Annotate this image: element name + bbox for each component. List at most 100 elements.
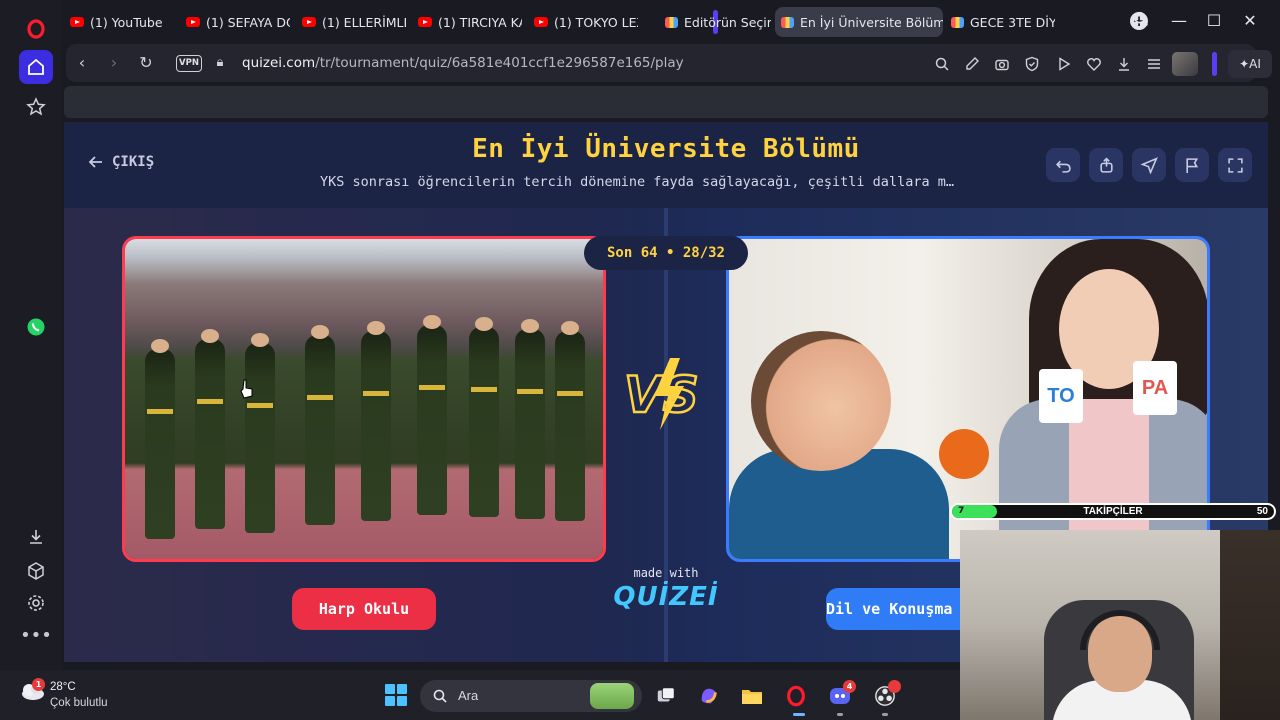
youtube-icon	[70, 17, 84, 27]
forward-icon[interactable]: ›	[106, 55, 122, 71]
soldier-figure	[555, 321, 585, 521]
child-head	[751, 331, 891, 471]
quizei-icon	[781, 16, 794, 28]
youtube-icon	[302, 17, 316, 27]
windows-start-icon[interactable]	[385, 684, 407, 706]
quizei-icon	[951, 16, 964, 28]
military-parade-image	[125, 239, 603, 559]
tab-youtube-4[interactable]: (1) TIRCIYA KASI	[412, 7, 522, 37]
soldier-figure	[469, 317, 499, 517]
star-icon[interactable]	[19, 90, 53, 124]
report-button[interactable]	[1175, 148, 1209, 182]
undo-icon	[1055, 160, 1071, 173]
fullscreen-icon	[1227, 157, 1243, 173]
reload-icon[interactable]: ↻	[138, 55, 154, 71]
youtube-icon	[186, 17, 200, 27]
soldier-figure	[195, 329, 225, 529]
url-path: /tr/tournament/quiz/6a581e401ccf1e296587…	[315, 55, 684, 71]
quiz-title: En İyi Üniversite Bölümü	[472, 134, 860, 164]
follower-goal-bar: 7 TAKİPÇİLER 50	[950, 503, 1276, 520]
weather-temperature[interactable]: 28°C	[50, 681, 76, 693]
tab-diet[interactable]: GECE 3TE DİYET	[945, 7, 1055, 37]
quiz-description: YKS sonrası öğrencilerin tercih dönemine…	[320, 174, 954, 190]
made-with-label: made with	[633, 566, 699, 580]
search-page-icon[interactable]	[934, 56, 950, 72]
webcam-overlay	[960, 530, 1280, 720]
navigation-bar: ‹ › ↻ VPN 🔒︎ quizei.com/tr/tournament/qu…	[62, 42, 1280, 84]
fullscreen-button[interactable]	[1218, 148, 1252, 182]
edit-icon[interactable]	[964, 56, 980, 72]
copilot-icon[interactable]	[696, 683, 722, 709]
tab-active-quiz[interactable]: En İyi Üniversite Bölümü -	[775, 7, 943, 37]
follower-goal: 50	[1256, 506, 1268, 517]
weather-notification-badge: 1	[32, 678, 45, 691]
minimize-icon[interactable]: —	[1168, 10, 1190, 32]
maximize-icon[interactable]: ☐	[1203, 10, 1225, 32]
soldier-figure	[515, 319, 545, 519]
soldier-figure	[361, 321, 391, 521]
heart-icon[interactable]	[1086, 56, 1102, 72]
flag-icon	[1185, 157, 1198, 173]
soldier-figure	[417, 315, 447, 515]
download-icon[interactable]	[1116, 56, 1132, 72]
search-icon	[433, 689, 447, 703]
download-icon[interactable]	[19, 520, 53, 554]
app-running-indicator	[882, 713, 888, 716]
easy-setup-icon[interactable]	[1146, 56, 1162, 72]
webcam-shelf	[1220, 530, 1280, 720]
tab-bar: (1) YouTube (1) SEFAYA DOĞ (1) ELLERİMLE…	[62, 0, 1280, 42]
home-icon[interactable]	[19, 50, 53, 84]
active-app-indicator	[793, 713, 805, 716]
settings-gear-icon[interactable]	[19, 586, 53, 620]
quizei-logo[interactable]: QUİZEİ	[604, 582, 728, 612]
ai-sparkle-icon: ✦	[1239, 57, 1250, 71]
send-icon	[1140, 156, 1158, 174]
back-icon[interactable]: ‹	[74, 55, 90, 71]
extension-marker	[1212, 52, 1217, 76]
task-view-icon[interactable]	[653, 683, 679, 709]
app-running-indicator	[837, 713, 843, 716]
search-highlight-art	[590, 683, 634, 709]
recording-badge	[888, 680, 901, 693]
opera-logo-icon[interactable]	[19, 12, 53, 46]
soldier-figure	[305, 325, 335, 525]
whatsapp-icon[interactable]	[19, 310, 53, 344]
camera-icon[interactable]	[994, 56, 1010, 72]
share-button[interactable]	[1089, 148, 1123, 182]
url-text[interactable]: quizei.com/tr/tournament/quiz/6a581e401c…	[242, 55, 684, 71]
browser-sidebar: •••	[0, 0, 62, 670]
share-icon	[1099, 156, 1113, 173]
weather-description[interactable]: Çok bulutlu	[50, 697, 108, 709]
tab-youtube[interactable]: (1) YouTube	[64, 7, 172, 37]
tab-youtube-5[interactable]: (1) TOKYO LEZZ	[528, 7, 638, 37]
quizei-icon	[665, 16, 678, 28]
tab-editors-choice[interactable]: Editörün Seçimi	[659, 7, 771, 37]
play-icon[interactable]	[1056, 56, 1072, 72]
aria-ai-button[interactable]: ✦AI	[1228, 50, 1272, 78]
choice-button-left[interactable]: Harp Okulu	[292, 588, 436, 630]
round-badge: Son 64 • 28/32	[584, 236, 748, 270]
youtube-icon	[418, 17, 432, 27]
tab-youtube-3[interactable]: (1) ELLERİMLE Pİ	[296, 7, 406, 37]
send-button[interactable]	[1132, 148, 1166, 182]
toy-ball	[939, 429, 989, 479]
tab-search-icon[interactable]	[1130, 10, 1152, 32]
opera-browser-icon[interactable]	[783, 683, 809, 709]
tab-youtube-2[interactable]: (1) SEFAYA DOĞ	[180, 7, 290, 37]
profile-avatar[interactable]	[1172, 52, 1198, 76]
file-explorer-icon[interactable]	[739, 683, 765, 709]
vpn-badge[interactable]: VPN	[176, 55, 202, 72]
soldier-figure	[245, 333, 275, 533]
discord-badge: 4	[843, 680, 856, 693]
left-choice-card[interactable]	[122, 236, 606, 562]
bookmarks-bar	[64, 86, 1268, 118]
address-bar[interactable]: ‹ › ↻ VPN 🔒︎ quizei.com/tr/tournament/qu…	[66, 44, 1272, 82]
close-window-icon[interactable]: ✕	[1239, 10, 1261, 32]
flashcard-pa: PA	[1133, 361, 1177, 415]
shield-check-icon[interactable]	[1024, 56, 1040, 72]
lock-icon[interactable]: 🔒︎	[212, 55, 228, 71]
youtube-icon	[534, 17, 548, 27]
undo-button[interactable]	[1046, 148, 1080, 182]
more-options-icon[interactable]: •••	[19, 618, 53, 652]
extensions-cube-icon[interactable]	[19, 554, 53, 588]
